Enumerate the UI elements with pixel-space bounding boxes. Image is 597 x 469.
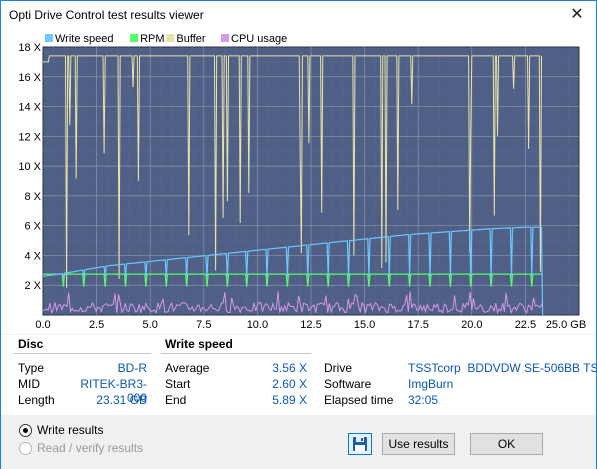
average-speed-value: 3.56 X [272,361,307,375]
y-tick-label: 6 X [24,221,41,233]
y-tick-label: 16 X [18,72,41,84]
results-viewer-window: Opti Drive Control test results viewer ✕… [0,0,597,469]
y-tick-label: 4 X [24,250,41,262]
legend-label: RPM [140,33,164,45]
software-value: ImgBurn [408,377,454,391]
start-speed-value: 2.60 X [272,377,307,391]
disc-type-value: BD-R [117,361,147,375]
drive-label: Drive [324,361,353,375]
x-tick-label: 20.0 [461,319,482,331]
y-tick-label: 2 X [24,280,41,292]
use-results-button[interactable]: Use results [382,433,455,455]
title-bar: Opti Drive Control test results viewer ✕ [1,1,596,30]
average-speed-label: Average [165,361,210,375]
window-title: Opti Drive Control test results viewer [9,8,204,22]
x-tick-label: 2.5 [89,319,104,331]
y-tick-label: 12 X [18,131,41,143]
divider [13,353,151,354]
bottom-bar: Write results Read / verify results Use … [1,415,596,469]
elapsed-time-label: Elapsed time [324,393,394,407]
x-tick-label: 17.5 [407,319,428,331]
write-results-label: Write results [37,423,104,437]
disc-length-value: 23.31 GB [96,393,147,407]
x-tick-label: 12.5 [300,319,321,331]
write-results-radio[interactable]: Write results [19,423,103,437]
write-speed-section-title: Write speed [165,337,233,351]
x-tick-label: 5.0 [143,319,158,331]
y-tick-label: 18 X [18,42,41,54]
chart-panel: 0.0 2.5 5.0 7.5 10.0 12.5 15.0 17.5 20.0 22.5 25.0… [1,30,596,334]
x-tick-label: 25.0 GB [546,319,586,331]
legend-label: Buffer [176,33,205,45]
disc-mid-label: MID [18,377,40,391]
start-speed-label: Start [165,377,191,391]
x-tick-label: 22.5 [515,319,536,331]
disc-type-label: Type [18,361,45,375]
radio-unselected-icon[interactable] [19,441,32,455]
x-tick-label: 10.0 [247,319,268,331]
save-button[interactable] [348,433,372,455]
y-tick-label: 8 X [24,191,41,203]
legend-swatch [45,34,53,42]
x-tick-label: 7.5 [196,319,211,331]
write-speed-chart: 0.0 2.5 5.0 7.5 10.0 12.5 15.0 17.5 20.0 22.5 25.0… [18,33,586,331]
divider [161,353,311,354]
read-verify-results-radio[interactable]: Read / verify results [19,441,143,455]
legend-label: CPU usage [231,33,287,45]
disc-length-label: Length [18,393,55,407]
ok-button[interactable]: OK [470,433,543,455]
y-tick-label: 10 X [18,161,41,173]
legend-label: Write speed [55,33,114,45]
disc-section-title: Disc [18,337,44,351]
end-speed-value: 5.89 X [272,393,307,407]
elapsed-time-value: 32:05 [408,393,439,407]
legend-swatch [130,34,139,42]
x-tick-label: 0.0 [35,319,50,331]
radio-selected-icon[interactable] [19,423,32,437]
x-tick-label: 15.0 [354,319,375,331]
drive-value: TSSTcorp BDDVDW SE-506BB TS01 [408,361,597,375]
results-info-panel: Disc Type BD-R MID RITEK-BR3-000 Length … [1,335,597,415]
end-speed-label: End [165,393,187,407]
legend-swatch [166,34,175,42]
read-verify-results-label: Read / verify results [37,441,144,455]
y-tick-label: 14 X [18,102,41,114]
software-label: Software [324,377,372,391]
legend-swatch [221,34,229,42]
floppy-disk-icon [353,437,367,451]
close-icon[interactable]: ✕ [566,5,588,25]
